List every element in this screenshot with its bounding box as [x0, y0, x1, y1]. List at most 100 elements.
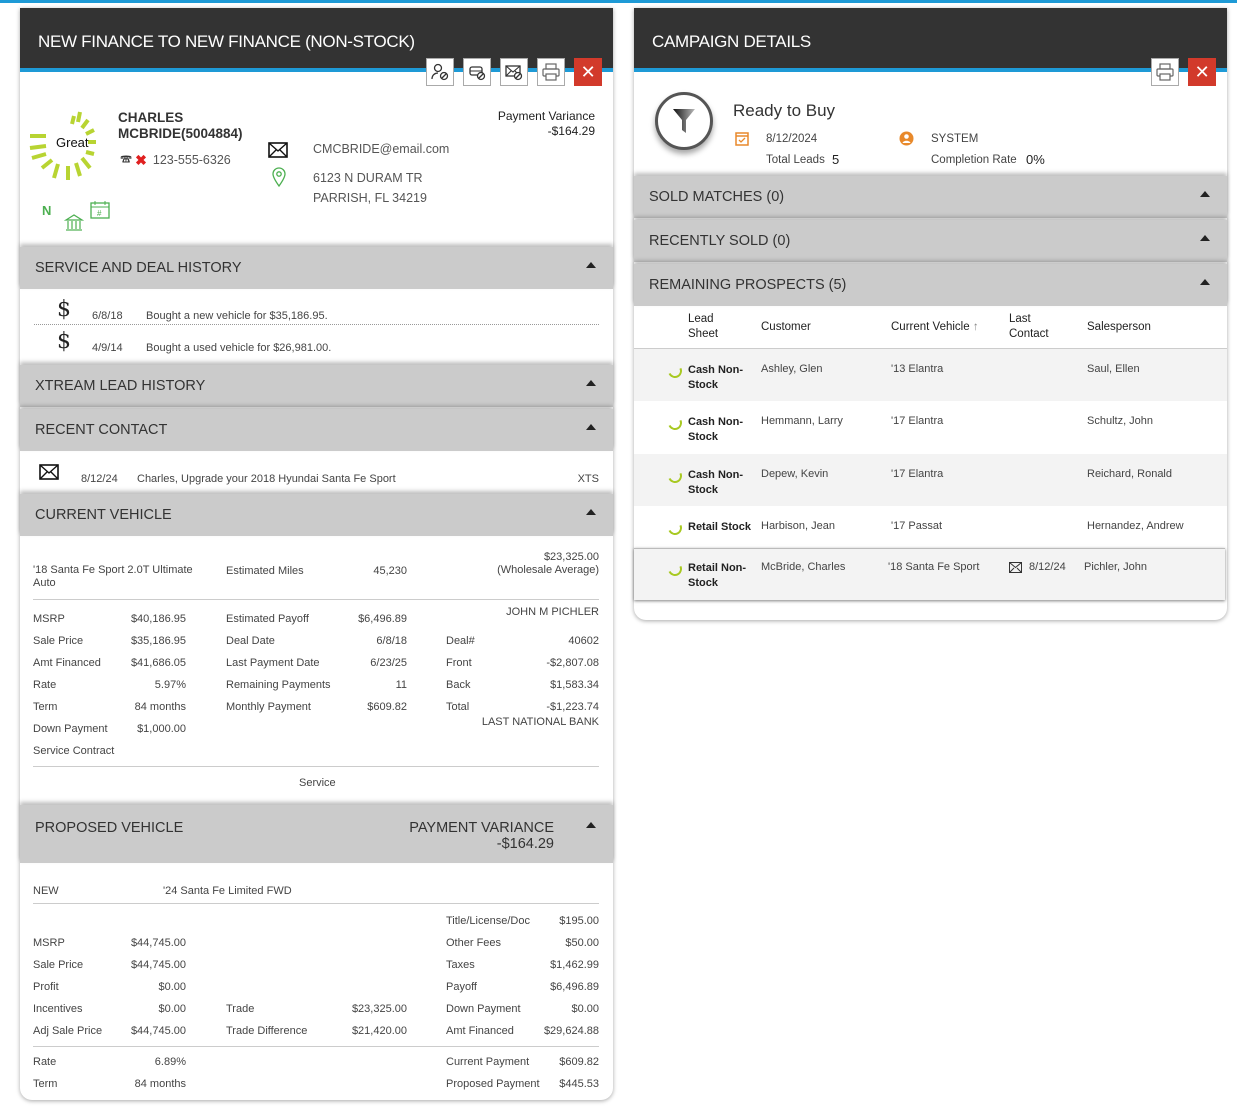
field-label: Deal#: [446, 635, 475, 647]
phone-icon: 🕿: [120, 150, 133, 169]
lead-sheet-link[interactable]: Retail Non-Stock: [688, 561, 752, 591]
field-value: $1,462.99: [550, 959, 599, 971]
table-row[interactable]: Cash Non-Stock Depew, Kevin '17 Elantra Rei…: [634, 454, 1227, 506]
car-blocked-button[interactable]: [463, 58, 491, 86]
collapse-caret-icon[interactable]: [586, 424, 596, 430]
lead-sheet-link[interactable]: Retail Stock: [688, 520, 752, 535]
proposed-payment-variance: PAYMENT VARIANCE -$164.29: [409, 820, 554, 852]
field-value: 40602: [568, 635, 599, 647]
collapse-caret-icon[interactable]: [1200, 191, 1210, 197]
xtream-lead-history-header[interactable]: XTREAM LEAD HISTORY: [20, 365, 613, 407]
field-value: $0.00: [158, 1003, 186, 1015]
recently-sold-header[interactable]: RECENTLY SOLD (0): [634, 220, 1227, 262]
close-button[interactable]: ✕: [1188, 58, 1216, 86]
divider: [33, 1046, 599, 1047]
recent-contact-header[interactable]: RECENT CONTACT: [20, 409, 613, 451]
customer-cell: Depew, Kevin: [761, 468, 829, 480]
sort-ascending-icon: ↑: [972, 321, 979, 333]
field-value: $29,624.88: [543, 1025, 599, 1037]
field-label: Rate: [33, 679, 57, 691]
salesperson-cell: Pichler, John: [1084, 561, 1147, 573]
wholesale-value: $23,325.00 (Wholesale Average): [497, 551, 599, 576]
column-header-last-contact[interactable]: Last Contact: [1009, 312, 1059, 342]
funnel-icon: [673, 109, 695, 133]
customer-email[interactable]: CMCBRIDE@email.com: [313, 142, 449, 156]
field-value: -$1,223.74: [546, 701, 599, 713]
dollar-icon: $: [57, 329, 71, 354]
table-row[interactable]: Retail Stock Harbison, Jean '17 Passat Hern…: [634, 506, 1227, 548]
remaining-prospects-header[interactable]: REMAINING PROSPECTS (5): [634, 264, 1227, 306]
proposed-vehicle-body: NEW '24 Santa Fe Limited FWD MSRP $44,745…: [33, 885, 599, 1090]
field-value: $35,186.95: [130, 635, 186, 647]
completion-rate: 0%: [1026, 152, 1045, 167]
field-label: Estimated Payoff: [226, 613, 309, 625]
calendar-icon[interactable]: #: [90, 200, 110, 220]
field-value: 6/23/25: [370, 657, 407, 669]
collapse-caret-icon[interactable]: [1200, 279, 1210, 285]
collapse-caret-icon[interactable]: [586, 509, 596, 515]
field-value: $44,745.00: [130, 1025, 186, 1037]
column-header-customer[interactable]: Customer: [761, 321, 811, 333]
lead-sheet-link[interactable]: Cash Non-Stock: [688, 415, 752, 445]
field-value: $1,000.00: [137, 723, 186, 735]
history-divider: [34, 324, 599, 325]
campaign-toolbar: ✕: [1151, 58, 1216, 86]
last-contact-cell: 8/12/24: [1029, 561, 1066, 573]
column-header-current-vehicle[interactable]: Current Vehicle ↑: [891, 321, 979, 333]
lead-sheet-link[interactable]: Cash Non-Stock: [688, 468, 752, 498]
column-header-lead-sheet[interactable]: Lead Sheet: [688, 312, 728, 342]
divider: [33, 903, 599, 904]
service-deal-history-header[interactable]: SERVICE AND DEAL HISTORY: [20, 247, 613, 289]
printer-icon: [542, 63, 560, 81]
current-vehicle-body: '18 Santa Fe Sport 2.0T Ultimate Auto Es…: [33, 551, 599, 789]
field-value: $44,745.00: [130, 937, 186, 949]
field-label: Deal Date: [226, 635, 275, 647]
field-value: $44,745.00: [130, 959, 186, 971]
field-value: $50.00: [565, 937, 599, 949]
field-label: Back: [446, 679, 471, 691]
field-value: $40,186.95: [130, 613, 186, 625]
collapse-caret-icon[interactable]: [586, 262, 596, 268]
collapse-caret-icon[interactable]: [586, 380, 596, 386]
total-leads: 5: [832, 152, 840, 167]
campaign-name: Ready to Buy: [733, 101, 836, 120]
field-label: Term: [33, 701, 58, 713]
campaign-panel: CAMPAIGN DETAILS ✕ Ready to Buy 8/12/202…: [634, 8, 1227, 620]
campaign-date: 8/12/2024: [766, 133, 818, 145]
field-label: Trade: [226, 1003, 255, 1015]
field-label: Trade Difference: [226, 1025, 308, 1037]
table-row[interactable]: Cash Non-Stock Ashley, Glen '13 Elantra Sau…: [634, 349, 1227, 401]
field-label: Amt Financed: [33, 657, 101, 669]
salesperson-cell: Saul, Ellen: [1087, 363, 1140, 375]
car-blocked-icon: [469, 66, 486, 81]
lead-status-spinner-icon: [666, 519, 684, 537]
vehicle-cell: '13 Elantra: [891, 363, 944, 375]
current-vehicle-header[interactable]: CURRENT VEHICLE: [20, 494, 613, 536]
lead-sheet-link[interactable]: Cash Non-Stock: [688, 363, 752, 393]
table-row[interactable]: Retail Non-Stock McBride, Charles '18 Sant…: [634, 548, 1225, 600]
sold-matches-header[interactable]: SOLD MATCHES (0): [634, 176, 1227, 218]
field-label: Front: [446, 657, 472, 669]
customer-name: CHARLES MCBRIDE(5004884): [118, 110, 243, 141]
deal-toolbar: ✕: [426, 58, 602, 86]
customer-address: 6123 N DURAM TR PARRISH, FL 34219: [313, 171, 427, 205]
collapse-caret-icon[interactable]: [586, 822, 596, 828]
person-blocked-button[interactable]: [426, 58, 454, 86]
proposed-vehicle-header[interactable]: PROPOSED VEHICLE PAYMENT VARIANCE -$164.…: [20, 805, 613, 863]
column-header-salesperson[interactable]: Salesperson: [1087, 321, 1151, 333]
print-button[interactable]: [1151, 58, 1179, 86]
vehicle-cell: '17 Elantra: [891, 415, 944, 427]
collapse-caret-icon[interactable]: [1200, 235, 1210, 241]
print-button[interactable]: [537, 58, 565, 86]
service-link[interactable]: Service: [299, 777, 336, 789]
email-blocked-button[interactable]: [500, 58, 528, 86]
field-label: Other Fees: [446, 937, 502, 949]
field-value: $195.00: [559, 915, 599, 927]
field-value: $41,686.05: [130, 657, 186, 669]
calendar-check-icon: [735, 132, 749, 146]
close-button[interactable]: ✕: [574, 58, 602, 86]
phone-number[interactable]: 123-555-6326: [153, 153, 231, 167]
divider: [33, 599, 599, 600]
deal-panel-header: NEW FINANCE TO NEW FINANCE (NON-STOCK) ✕: [20, 8, 613, 86]
table-row[interactable]: Cash Non-Stock Hemmann, Larry '17 Elantra S…: [634, 401, 1227, 454]
